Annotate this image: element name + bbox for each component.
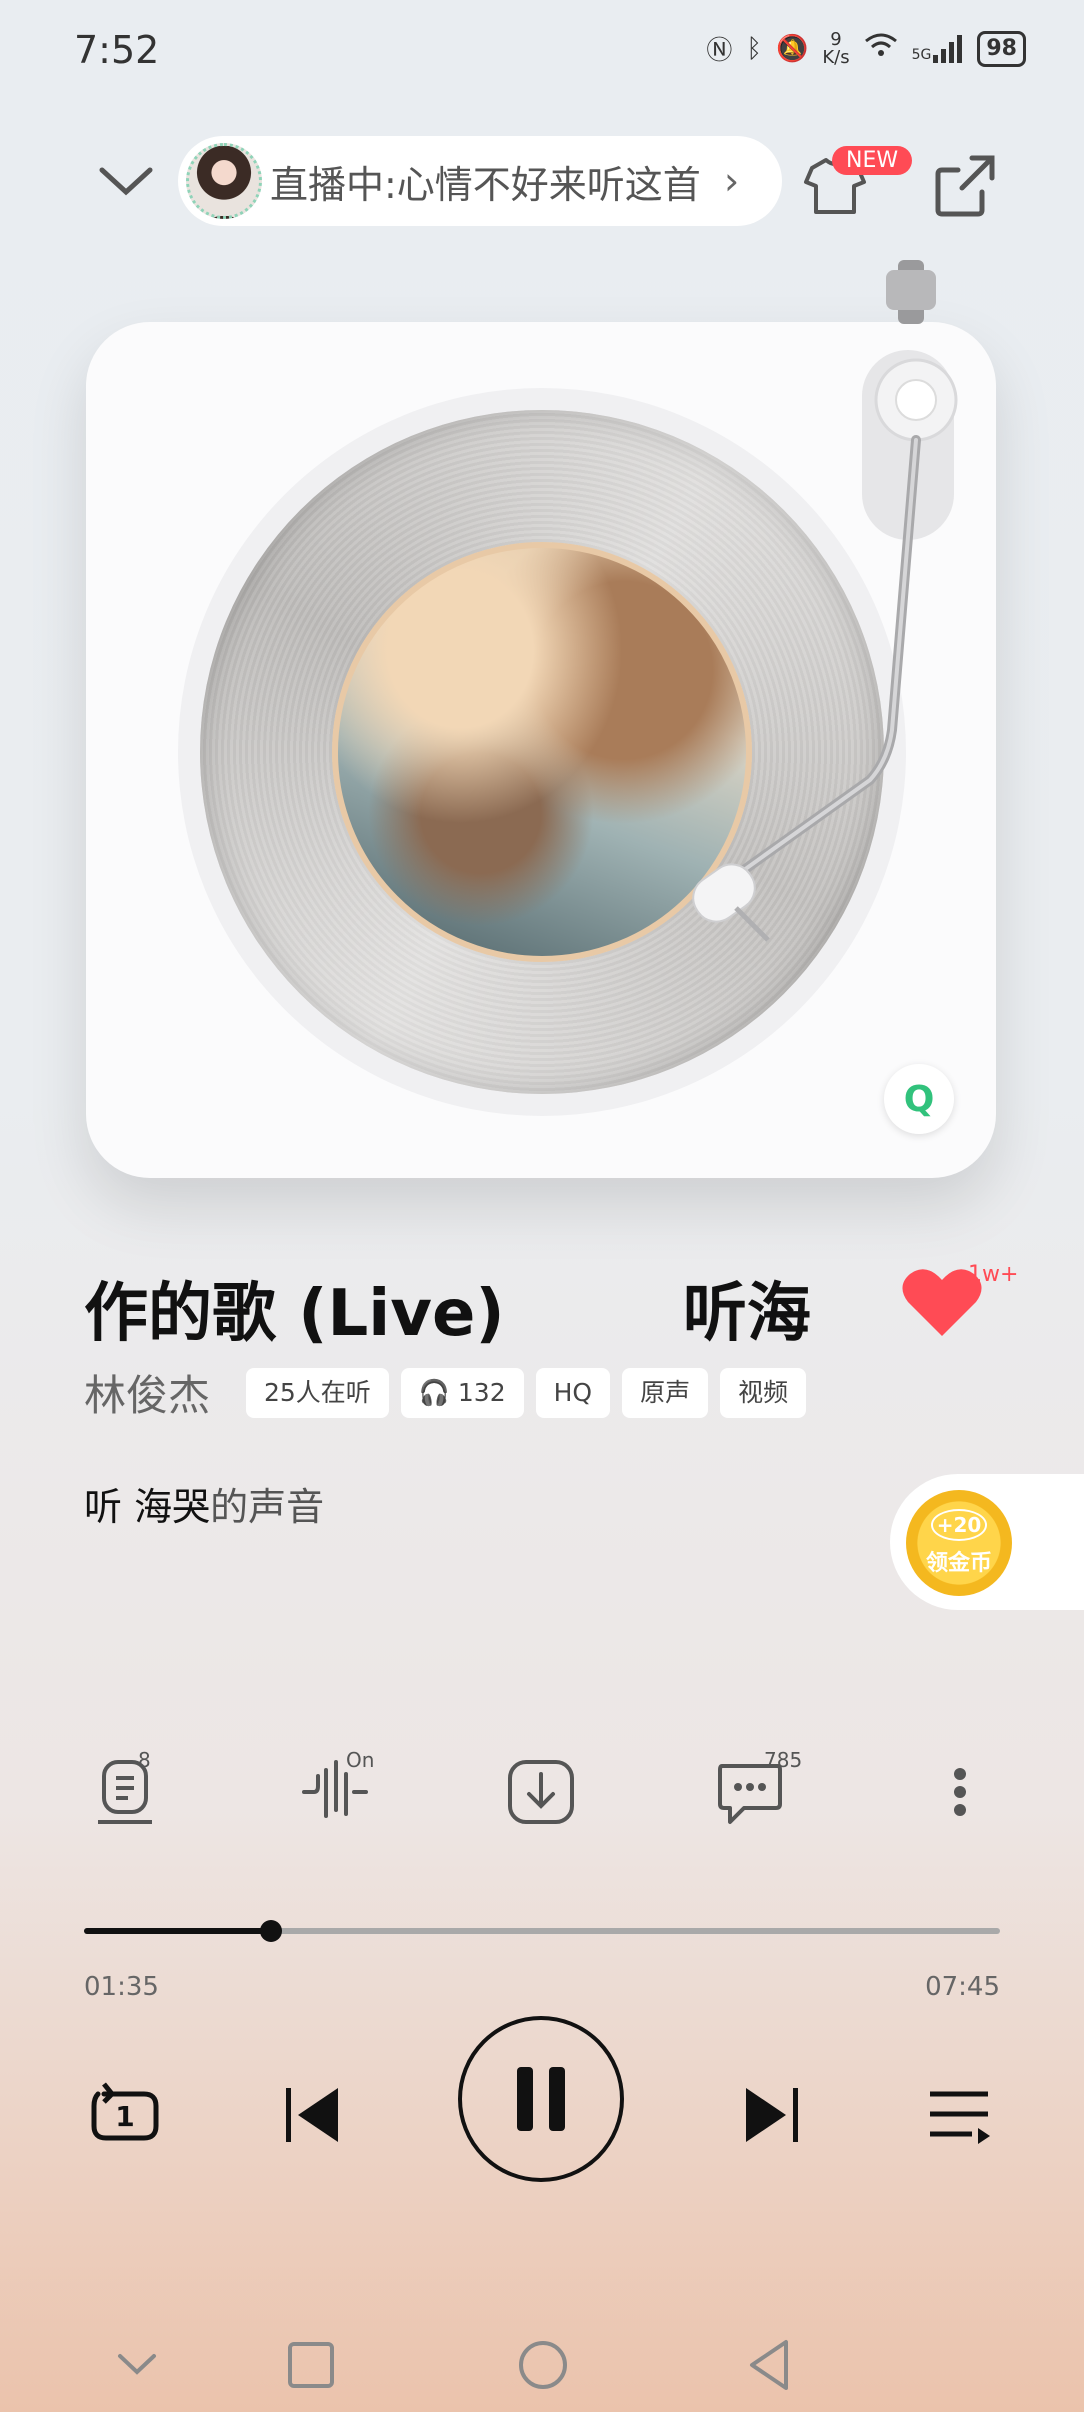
net-speed-value: 9	[830, 28, 842, 50]
collapse-button[interactable]	[96, 152, 156, 212]
nav-recents-button[interactable]	[276, 2330, 346, 2400]
chevron-right-icon: ›	[724, 159, 740, 203]
svg-text:1: 1	[115, 2100, 134, 2133]
current-lyric[interactable]: 听 海哭的声音	[84, 1476, 324, 1531]
circle-icon	[519, 2341, 567, 2389]
progress-thumb[interactable]	[259, 1920, 282, 1942]
lyric-highlighted: 听 海哭	[84, 1485, 211, 1529]
chevron-down-icon	[118, 2354, 156, 2375]
mute-icon: 🔕	[775, 33, 809, 64]
avatar	[186, 143, 262, 219]
repeat-one-button[interactable]: 1	[80, 2070, 170, 2160]
signal-label: 5G	[911, 46, 932, 63]
progress-fill	[84, 1928, 271, 1934]
coin-label: 领金币	[925, 1551, 992, 1576]
status-time: 7:52	[74, 28, 160, 72]
sound-effect-badge: On	[346, 1748, 375, 1772]
battery-indicator: 98	[977, 30, 1026, 67]
download-button[interactable]	[502, 1752, 582, 1832]
triangle-back-icon	[750, 2340, 788, 2390]
total-time: 07:45	[925, 1972, 1000, 2002]
signal-icon: 5G	[911, 34, 964, 63]
lyrics-badge: 8	[138, 1748, 151, 1772]
live-label: 直播中:心情不好来听这首	[270, 162, 701, 207]
coin-plus: +20	[930, 1509, 988, 1541]
tonearm	[692, 260, 958, 942]
live-stream-banner[interactable]: 直播中:心情不好来听这首 ›	[178, 136, 782, 226]
like-count: 1w+	[968, 1262, 1019, 1287]
status-icons: Ⓝ ᛒ 🔕 9 K/s 5G 98	[706, 30, 1026, 67]
current-time: 01:35	[84, 1972, 159, 2002]
video-tag[interactable]: 视频	[720, 1368, 807, 1418]
net-speed: 9 K/s	[822, 28, 850, 68]
next-button[interactable]	[728, 2070, 818, 2160]
headphone-icon: 🎧	[418, 1378, 458, 1407]
more-vertical-icon	[954, 1768, 966, 1816]
pause-icon	[517, 2067, 565, 2131]
nav-back-button[interactable]	[736, 2330, 806, 2400]
chevron-down-icon	[99, 167, 153, 196]
original-tag[interactable]: 原声	[622, 1368, 709, 1418]
square-icon	[288, 2342, 334, 2388]
quality-tag[interactable]: HQ	[535, 1368, 611, 1418]
artist-name[interactable]: 林俊杰	[84, 1362, 210, 1423]
playlist-button[interactable]	[914, 2070, 1004, 2160]
skip-next-icon	[746, 2088, 798, 2142]
playlist-icon	[930, 2091, 990, 2144]
lyric-rest: 的声音	[210, 1485, 325, 1529]
nfc-icon: Ⓝ	[706, 36, 733, 66]
headphone-count: 132	[457, 1378, 506, 1407]
share-icon	[935, 155, 995, 217]
previous-button[interactable]	[266, 2070, 356, 2160]
share-button[interactable]	[928, 148, 1002, 222]
play-pause-button[interactable]	[458, 2016, 624, 2182]
more-button[interactable]	[920, 1752, 1000, 1832]
lyrics-icon	[98, 1760, 152, 1824]
wifi-icon	[864, 31, 898, 66]
net-speed-unit: K/s	[822, 46, 850, 68]
qq-music-logo-icon: Q	[884, 1064, 954, 1134]
repeat-one-icon: 1	[91, 2082, 159, 2141]
new-badge: NEW	[832, 146, 913, 175]
song-tags: 25人在听 🎧 132 HQ 原声 视频	[246, 1368, 807, 1418]
listeners-tag[interactable]: 25人在听	[246, 1368, 389, 1418]
coin-reward-button[interactable]: +20 领金币	[906, 1490, 1012, 1596]
comments-badge: 785	[764, 1748, 803, 1772]
nav-hide-button[interactable]	[102, 2330, 172, 2400]
bluetooth-icon: ᛒ	[746, 33, 762, 64]
lyrics-button[interactable]	[88, 1752, 168, 1832]
download-icon	[508, 1760, 574, 1824]
skip-previous-icon	[286, 2088, 338, 2142]
song-title: 作的歌 (Live) 听海	[84, 1277, 811, 1351]
headphone-count-tag[interactable]: 🎧 132	[400, 1368, 524, 1418]
nav-home-button[interactable]	[508, 2330, 578, 2400]
